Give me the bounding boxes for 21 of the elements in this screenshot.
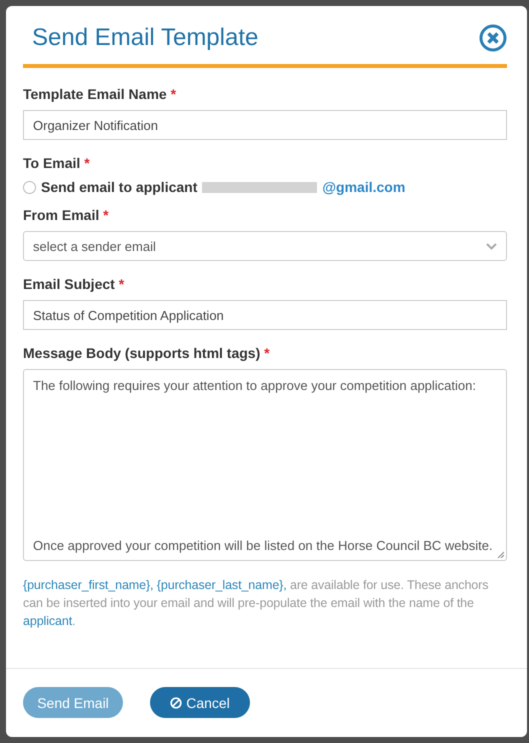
anchor-link[interactable]: applicant (23, 614, 72, 628)
sender-select[interactable]: select a sender email (23, 231, 507, 261)
help-text: {purchaser_first_name}, {purchaser_last_name}, are available for use. These anchors can be inserted into your email and will pre-populate the email with the name of the applicant. (23, 577, 490, 630)
cancel-button[interactable]: Cancel (150, 687, 250, 718)
radio-label: Send email to applicant (41, 179, 198, 195)
anchor-link[interactable]: {purchaser_first_name}, {purchaser_last_name}, (23, 578, 287, 592)
prohibited-icon (170, 696, 182, 708)
dialog-title: Send Email Template (32, 24, 258, 52)
chevron-down-icon (486, 242, 497, 250)
field-label: From Email * (23, 207, 110, 223)
text-field[interactable]: Status of Competition Application (23, 300, 507, 330)
field-label: Email Subject * (23, 276, 126, 292)
field-label: Template Email Name * (23, 86, 178, 102)
close-icon[interactable] (479, 24, 507, 52)
field-label: Message Body (supports html tags) * (23, 345, 271, 361)
radio-button[interactable] (23, 180, 36, 194)
resize-grip-icon (497, 551, 504, 558)
email-address: @gmail.com (322, 179, 406, 195)
field-label: To Email * (23, 155, 91, 171)
message-body-field[interactable]: The following requires your attention to approve your competition application: Once approved your competition will be listed on the Horse Council BC website. (23, 369, 507, 561)
text-field[interactable]: Organizer Notification (23, 110, 507, 140)
